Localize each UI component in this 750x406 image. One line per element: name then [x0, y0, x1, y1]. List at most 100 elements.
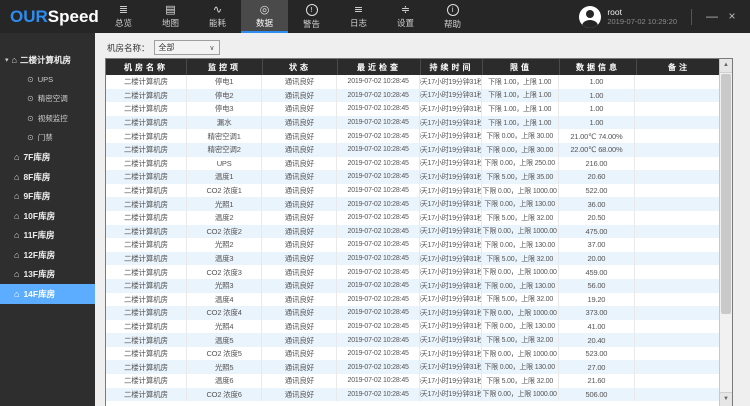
table-cell: 二楼计算机房 [106, 306, 187, 320]
table-row[interactable]: 二楼计算机房温度2通讯良好2019-07-02 10:28:453天17小时19… [106, 211, 719, 225]
nav-item-data[interactable]: ◎数据 [241, 0, 288, 33]
scroll-down-icon[interactable]: ▼ [720, 392, 732, 406]
sidebar-item-12f-storeroom[interactable]: ⌂12F库房 [0, 245, 95, 265]
sidebar-item-11f-storeroom[interactable]: ⌂11F库房 [0, 226, 95, 246]
table-cell: 通讯良好 [262, 143, 337, 157]
sidebar-item-10f-storeroom[interactable]: ⌂10F库房 [0, 206, 95, 226]
nav-item-overview[interactable]: ≣总览 [100, 0, 147, 33]
table-row[interactable]: 二楼计算机房光照2通讯良好2019-07-02 10:28:453天17小时19… [106, 238, 719, 252]
sidebar-item-7f-storeroom[interactable]: ⌂7F库房 [0, 148, 95, 168]
table-cell: 通讯良好 [262, 333, 337, 347]
sidebar-children: ⊙UPS⊙精密空调⊙视频监控⊙门禁 [0, 70, 95, 148]
table-cell [635, 89, 719, 103]
table-row[interactable]: 二楼计算机房光照3通讯良好2019-07-02 10:28:453天17小时19… [106, 279, 719, 293]
table-cell: 1.00 [559, 102, 636, 116]
table-row[interactable]: 二楼计算机房漏水通讯良好2019-07-02 10:28:453天17小时19分… [106, 116, 719, 130]
table-cell [635, 279, 719, 293]
list-icon: ≣ [119, 4, 128, 15]
sidebar-item-label: 二楼计算机房 [20, 54, 71, 66]
table-cell: 2019-07-02 10:28:45 [337, 279, 420, 293]
table-cell [635, 360, 719, 374]
table-row[interactable]: 二楼计算机房CO2 浓度6通讯良好2019-07-02 10:28:453天17… [106, 388, 719, 402]
table-cell: 温度4 [187, 293, 263, 307]
nav-item-settings[interactable]: ≑设置 [382, 0, 429, 33]
table-row[interactable]: 二楼计算机房精密空调2通讯良好2019-07-02 10:28:453天17小时… [106, 143, 719, 157]
logo-part-1: OUR [10, 7, 48, 27]
scrollbar-thumb[interactable] [721, 74, 731, 314]
sidebar-item-label: 14F库房 [23, 288, 55, 300]
nav-item-map[interactable]: ▤地图 [147, 0, 194, 33]
sidebar-item-14f-storeroom[interactable]: ⌂14F库房 [0, 284, 95, 304]
table-cell: 通讯良好 [262, 102, 337, 116]
table-cell: 3天17小时19分钟31秒 [420, 293, 482, 307]
sidebar-subitem-precision-ac[interactable]: ⊙精密空调 [0, 89, 95, 109]
nav-item-label: 地图 [162, 17, 179, 29]
table-row[interactable]: 二楼计算机房光照4通讯良好2019-07-02 10:28:453天17小时19… [106, 320, 719, 334]
table-cell: 二楼计算机房 [106, 265, 187, 279]
nav-item-logs[interactable]: ≡日志 [335, 0, 382, 33]
table-cell: 下限 0.00，上限 130.00 [482, 238, 559, 252]
table-row[interactable]: 二楼计算机房温度1通讯良好2019-07-02 10:28:453天17小时19… [106, 170, 719, 184]
table-cell [635, 184, 719, 198]
table-row[interactable]: 二楼计算机房CO2 浓度2通讯良好2019-07-02 10:28:453天17… [106, 225, 719, 239]
table-row[interactable]: 二楼计算机房UPS通讯良好2019-07-02 10:28:453天17小时19… [106, 157, 719, 171]
topbar-right: root 2019-07-02 10:29:20 — × [579, 0, 750, 33]
current-datetime: 2019-07-02 10:29:20 [607, 17, 677, 26]
avatar-person-icon [586, 10, 594, 18]
table-row[interactable]: 二楼计算机房停电3通讯良好2019-07-02 10:28:453天17小时19… [106, 102, 719, 116]
vertical-scrollbar[interactable]: ▲ ▼ [719, 59, 732, 406]
sidebar-subitem-door-access[interactable]: ⊙门禁 [0, 128, 95, 148]
table-row[interactable]: 二楼计算机房温度6通讯良好2019-07-02 10:28:453天17小时19… [106, 374, 719, 388]
table-row[interactable]: 二楼计算机房光照1通讯良好2019-07-02 10:28:453天17小时19… [106, 197, 719, 211]
table-cell: 41.00 [559, 320, 636, 334]
table-row[interactable]: 二楼计算机房CO2 浓度5通讯良好2019-07-02 10:28:453天17… [106, 347, 719, 361]
table-row[interactable]: 二楼计算机房CO2 浓度1通讯良好2019-07-02 10:28:453天17… [106, 184, 719, 198]
room-filter-select[interactable]: 全部 ∨ [154, 40, 220, 55]
table-row[interactable]: 二楼计算机房精密空调1通讯良好2019-07-02 10:28:453天17小时… [106, 129, 719, 143]
table-cell [635, 211, 719, 225]
sidebar-subitem-label: 门禁 [38, 132, 53, 143]
column-header-room: 机房名称 [106, 59, 187, 75]
nav-item-label: 日志 [350, 17, 367, 29]
column-header-value: 数据信息 [560, 59, 637, 75]
sidebar-item-9f-storeroom[interactable]: ⌂9F库房 [0, 187, 95, 207]
table-cell: 温度3 [187, 252, 263, 266]
sidebar-item-13f-storeroom[interactable]: ⌂13F库房 [0, 265, 95, 285]
table-row[interactable]: 二楼计算机房温度3通讯良好2019-07-02 10:28:453天17小时19… [106, 252, 719, 266]
sidebar: ▾ ⌂ 二楼计算机房 ⊙UPS⊙精密空调⊙视频监控⊙门禁 ⌂7F库房⌂8F库房⌂… [0, 33, 95, 406]
table-row[interactable]: 二楼计算机房停电2通讯良好2019-07-02 10:28:453天17小时19… [106, 89, 719, 103]
sidebar-item-2f-computer-room[interactable]: ▾ ⌂ 二楼计算机房 [0, 50, 95, 70]
table-cell: 3天17小时19分钟31秒 [420, 89, 482, 103]
close-button[interactable]: × [722, 0, 742, 33]
table-cell: 2019-07-02 10:28:45 [337, 388, 420, 402]
table-cell: 温度1 [187, 170, 263, 184]
table-cell: 光照5 [187, 360, 263, 374]
nav-item-energy[interactable]: ∿能耗 [194, 0, 241, 33]
table-cell: CO2 浓度6 [187, 388, 263, 402]
chevron-down-icon[interactable]: ▾ [5, 56, 9, 64]
sidebar-subitem-video-surveillance[interactable]: ⊙视频监控 [0, 109, 95, 129]
table-row[interactable]: 二楼计算机房温度5通讯良好2019-07-02 10:28:453天17小时19… [106, 333, 719, 347]
nav-item-alerts[interactable]: !警告 [288, 0, 335, 33]
nav-item-label: 设置 [397, 17, 414, 29]
nav-item-help[interactable]: i帮助 [429, 0, 476, 33]
table-cell: 2019-07-02 10:28:45 [337, 184, 420, 198]
table-cell: 下限 5.00，上限 32.00 [482, 293, 559, 307]
sidebar-subitem-ups[interactable]: ⊙UPS [0, 70, 95, 90]
table-cell [635, 374, 719, 388]
table-row[interactable]: 二楼计算机房CO2 浓度3通讯良好2019-07-02 10:28:453天17… [106, 265, 719, 279]
table-cell: 2019-07-02 10:28:45 [337, 293, 420, 307]
table-row[interactable]: 二楼计算机房停电1通讯良好2019-07-02 10:28:453天17小时19… [106, 75, 719, 89]
table-cell: 二楼计算机房 [106, 184, 187, 198]
table-cell: 2019-07-02 10:28:45 [337, 89, 420, 103]
scroll-up-icon[interactable]: ▲ [720, 59, 732, 73]
sidebar-subitem-label: 视频监控 [38, 113, 68, 124]
sidebar-item-8f-storeroom[interactable]: ⌂8F库房 [0, 167, 95, 187]
table-cell: 2019-07-02 10:28:45 [337, 170, 420, 184]
table-cell [635, 306, 719, 320]
table-row[interactable]: 二楼计算机房光照5通讯良好2019-07-02 10:28:453天17小时19… [106, 360, 719, 374]
avatar[interactable] [579, 6, 601, 28]
table-row[interactable]: 二楼计算机房CO2 浓度4通讯良好2019-07-02 10:28:453天17… [106, 306, 719, 320]
minimize-button[interactable]: — [702, 0, 722, 33]
table-row[interactable]: 二楼计算机房温度4通讯良好2019-07-02 10:28:453天17小时19… [106, 293, 719, 307]
